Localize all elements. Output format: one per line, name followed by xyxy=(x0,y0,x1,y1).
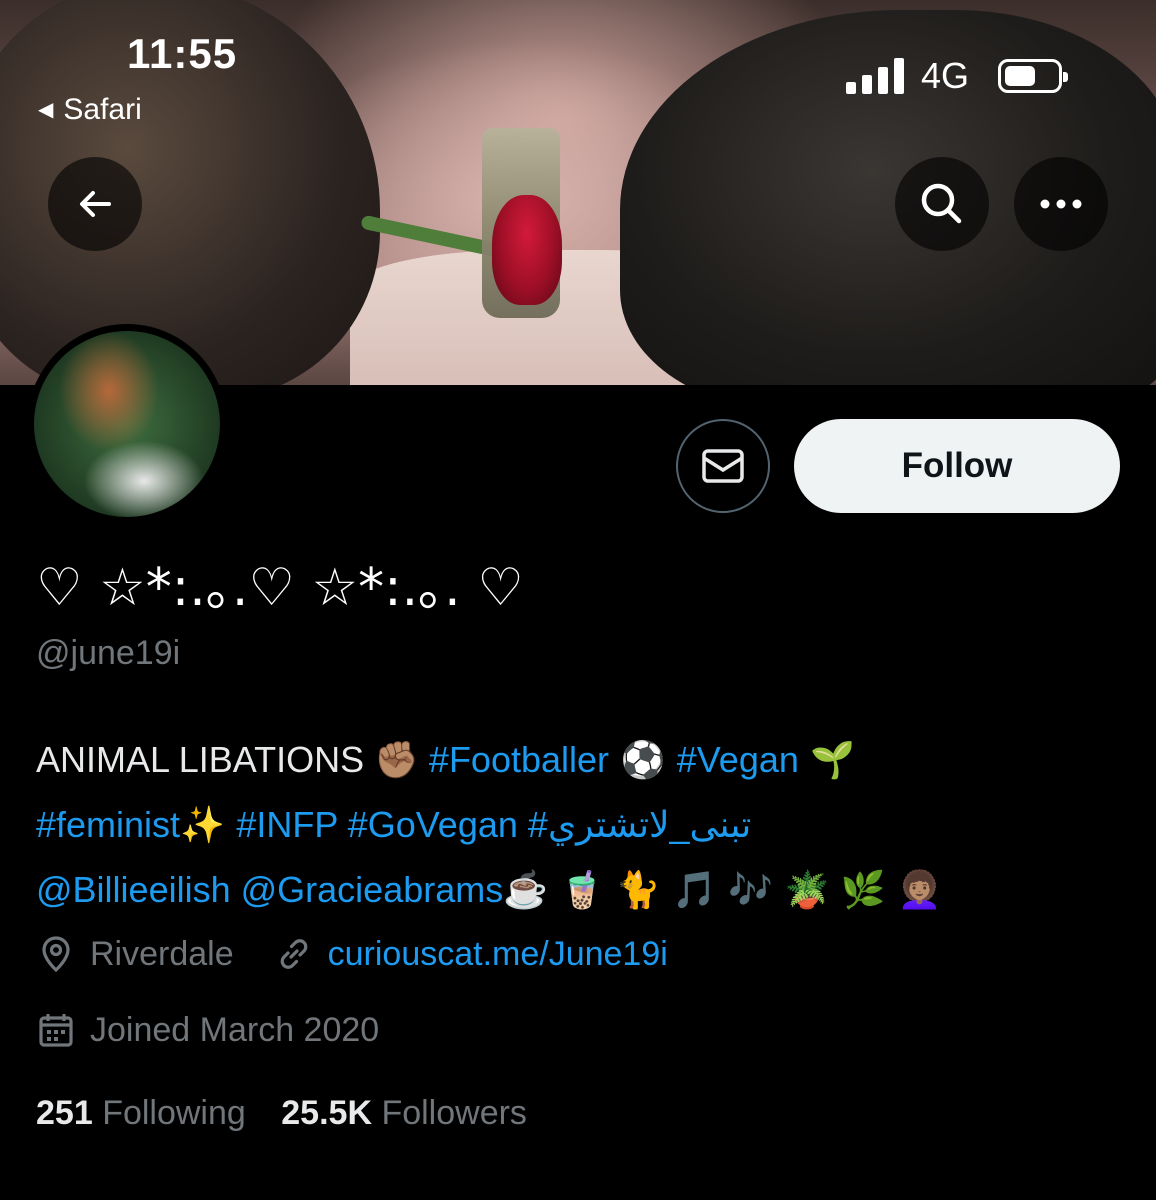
arrow-left-icon xyxy=(80,191,111,217)
envelope-icon xyxy=(702,449,744,483)
hashtag-footballer-link[interactable]: #Footballer xyxy=(429,739,609,780)
bio-line-1: ANIMAL LIBATIONS ✊🏽 #Footballer ⚽️ #Vega… xyxy=(36,728,1126,793)
followers-stat-link[interactable]: 25.5K Followers xyxy=(281,1094,527,1132)
status-bar: 11:55 ◀ Safari 4G xyxy=(0,0,1156,140)
more-dots-icon xyxy=(1040,199,1082,209)
profile-display-name: ♡ ☆*:.｡.♡ ☆*:.｡. ♡ xyxy=(36,558,524,618)
profile-bio: ANIMAL LIBATIONS ✊🏽 #Footballer ⚽️ #Vega… xyxy=(36,728,1126,923)
hashtag-arabic-link[interactable]: #تبنى_لاتشتري xyxy=(528,804,751,845)
following-label: Following xyxy=(102,1094,246,1132)
bio-emoji: ✨ xyxy=(180,805,237,846)
followers-label: Followers xyxy=(381,1094,527,1132)
bio-emoji: ⚽️ xyxy=(609,740,677,781)
bio-line-3: @Billieeilish @Gracieabrams☕️ 🧋 🐈 🎵 🎶 🪴 … xyxy=(36,858,1126,923)
search-icon xyxy=(921,183,962,224)
profile-joined-row: Joined March 2020 xyxy=(36,1010,379,1050)
profile-joined-date: Joined March 2020 xyxy=(90,1010,380,1049)
status-time: 11:55 xyxy=(127,30,238,77)
profile-handle: @june19i xyxy=(36,634,181,672)
followers-count: 25.5K xyxy=(281,1094,372,1132)
profile-stats: 251 Following 25.5K Followers xyxy=(36,1094,527,1133)
back-button[interactable] xyxy=(48,157,142,251)
network-type: 4G xyxy=(921,55,970,96)
back-triangle-icon: ◀ xyxy=(38,99,54,121)
profile-meta-row: Riverdale curiouscat.me/June19i xyxy=(36,934,668,974)
back-app-label: Safari xyxy=(63,93,142,126)
following-stat-link[interactable]: 251 Following xyxy=(36,1094,246,1132)
profile-website-link[interactable]: curiouscat.me/June19i xyxy=(328,935,668,974)
profile-avatar[interactable] xyxy=(27,324,227,524)
battery-icon xyxy=(998,59,1068,93)
mention-gracieabrams-link[interactable]: @Gracieabrams xyxy=(241,869,504,910)
search-button[interactable] xyxy=(895,157,989,251)
following-count: 251 xyxy=(36,1094,93,1132)
hashtag-feminist-link[interactable]: #feminist xyxy=(36,804,180,845)
hashtag-vegan-link[interactable]: #Vegan xyxy=(677,739,799,780)
bio-emoji: 🌱 xyxy=(798,740,856,781)
hashtag-infp-link[interactable]: #INFP xyxy=(236,804,337,845)
bio-text: ANIMAL LIBATIONS ✊🏽 xyxy=(36,739,419,780)
more-options-button[interactable] xyxy=(1014,157,1108,251)
bio-line-2: #feminist✨ #INFP #GoVegan #تبنى_لاتشتري xyxy=(36,793,1126,858)
mention-billieeilish-link[interactable]: @Billieeilish xyxy=(36,869,231,910)
profile-location: Riverdale xyxy=(90,934,234,973)
follow-button[interactable]: Follow xyxy=(794,419,1120,513)
link-icon xyxy=(280,939,307,969)
back-to-safari-link[interactable]: ◀ Safari xyxy=(38,93,142,127)
calendar-icon xyxy=(39,1014,73,1047)
location-pin-icon xyxy=(42,936,70,973)
cellular-signal-icon xyxy=(846,58,904,94)
hashtag-govegan-link[interactable]: #GoVegan xyxy=(348,804,518,845)
banner-rose xyxy=(492,195,562,305)
message-button[interactable] xyxy=(676,419,770,513)
bio-emojis: ☕️ 🧋 🐈 🎵 🎶 🪴 🌿 👩🏽‍🦱 xyxy=(503,870,942,911)
avatar-image xyxy=(34,331,220,517)
